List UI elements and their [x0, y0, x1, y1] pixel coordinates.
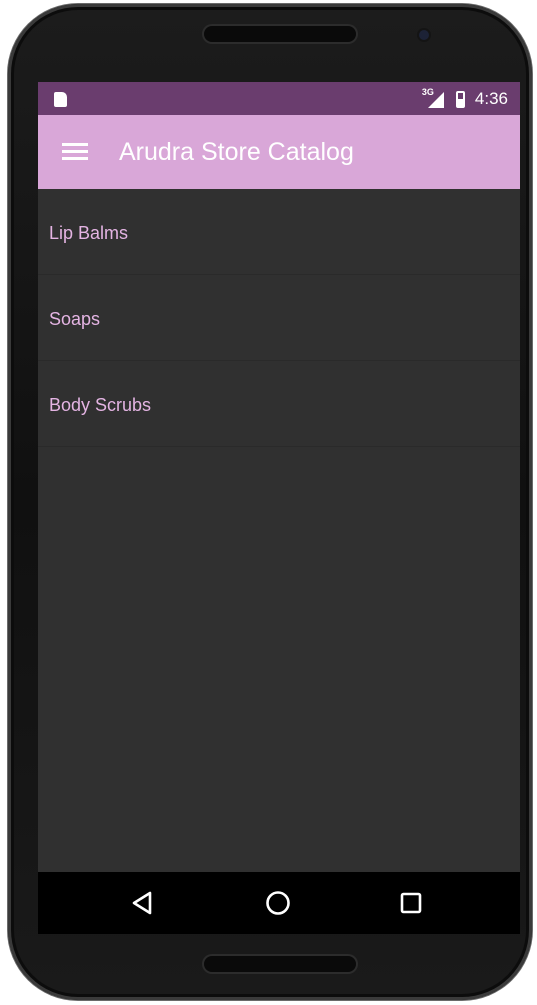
status-clock: 4:36	[474, 89, 508, 108]
hamburger-menu-icon[interactable]	[62, 141, 88, 163]
battery-icon	[455, 90, 465, 108]
front-camera	[419, 30, 429, 40]
navigation-bar	[38, 872, 520, 934]
status-bar: 3G 4:36	[38, 82, 520, 115]
network-type-label: 3G	[421, 87, 434, 97]
phone-frame: 3G 4:36 Arudra Store Catalog Lip Balms S…	[8, 4, 532, 1000]
home-icon[interactable]	[261, 886, 295, 920]
category-label: Soaps	[49, 309, 101, 329]
category-label: Body Scrubs	[49, 395, 152, 415]
top-speaker	[204, 26, 356, 42]
back-icon[interactable]	[126, 886, 160, 920]
bottom-speaker	[204, 956, 356, 972]
category-label: Lip Balms	[49, 223, 129, 243]
category-list: Lip Balms Soaps Body Scrubs	[38, 189, 520, 447]
category-item-soaps[interactable]: Soaps	[38, 275, 520, 361]
app-toolbar: Arudra Store Catalog	[38, 115, 520, 189]
sd-card-icon	[54, 92, 67, 107]
status-indicators: 3G 4:36	[422, 87, 508, 111]
cellular-signal-icon: 3G	[421, 87, 446, 109]
category-item-body-scrubs[interactable]: Body Scrubs	[38, 361, 520, 447]
app-screen: 3G 4:36 Arudra Store Catalog Lip Balms S…	[38, 82, 520, 934]
category-item-lip-balms[interactable]: Lip Balms	[38, 189, 520, 275]
app-title: Arudra Store Catalog	[119, 138, 354, 166]
recents-icon[interactable]	[394, 886, 428, 920]
